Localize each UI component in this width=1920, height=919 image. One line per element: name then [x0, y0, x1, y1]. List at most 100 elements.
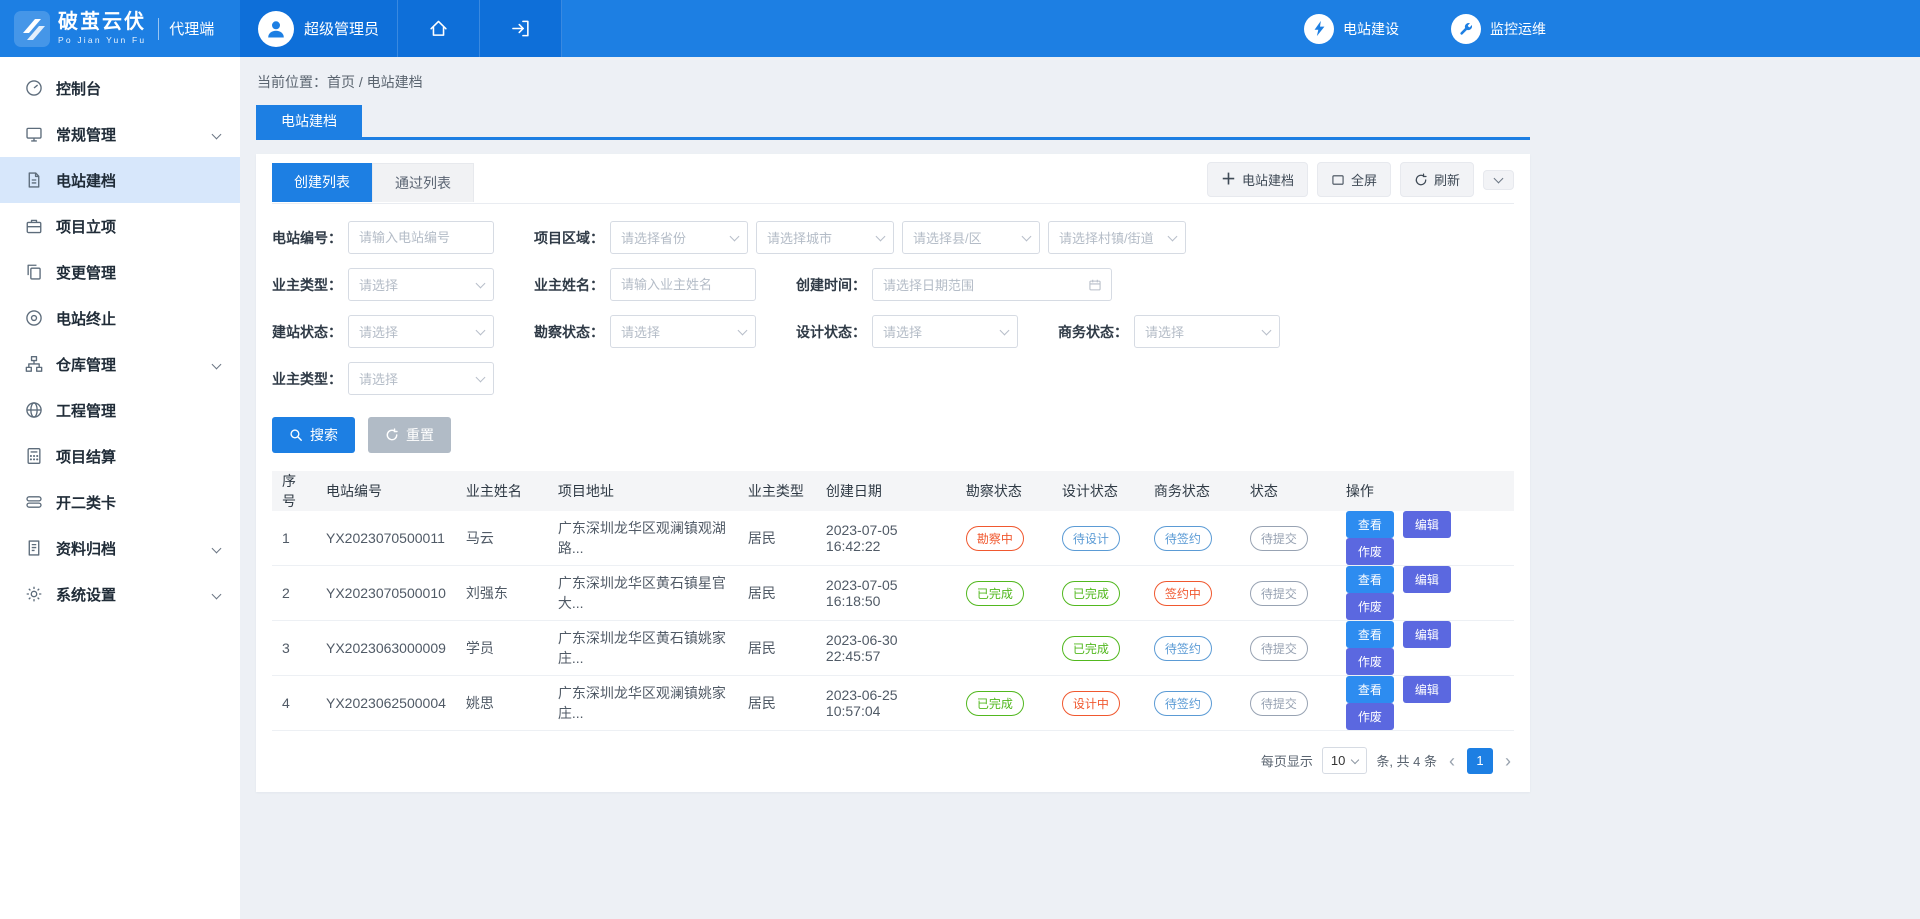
page-number-1[interactable]: 1 [1467, 748, 1493, 774]
town-select[interactable]: 请选择村镇/街道 [1048, 221, 1186, 254]
created-date-cell: 2023-06-30 22:45:57 [816, 621, 956, 676]
next-page-button[interactable]: › [1502, 752, 1514, 770]
edit-button[interactable]: 编辑 [1403, 566, 1451, 593]
survey-status-cell [956, 621, 1052, 676]
select-placeholder: 请选择日期范围 [883, 275, 974, 294]
select-placeholder: 请选择 [621, 322, 660, 341]
add-station-button[interactable]: ＋ 电站建档 [1207, 162, 1308, 197]
build-status-select[interactable]: 请选择 [348, 315, 494, 348]
logout-button[interactable] [480, 0, 562, 57]
select-placeholder: 请选择 [359, 369, 398, 388]
collapse-button[interactable] [1483, 170, 1514, 190]
owner-type-2-select[interactable]: 请选择 [348, 362, 494, 395]
survey-status-badge: 勘察中 [966, 526, 1024, 551]
search-button[interactable]: 搜索 [272, 417, 355, 453]
add-station-label: 电站建档 [1242, 170, 1294, 189]
date-range-picker[interactable]: 请选择日期范围 [872, 268, 1112, 301]
filter-create-time: 创建时间： 请选择日期范围 [796, 268, 1112, 301]
sidebar-item-sitemap[interactable]: 仓库管理 [0, 341, 240, 387]
fullscreen-button[interactable]: 全屏 [1317, 162, 1391, 197]
sidebar-item-label: 工程管理 [56, 400, 116, 421]
void-button[interactable]: 作废 [1346, 593, 1394, 620]
table-header-row: 序号电站编号业主姓名项目地址业主类型创建日期勘察状态设计状态商务状态状态操作 [272, 471, 1514, 511]
design-status-select[interactable]: 请选择 [872, 315, 1018, 348]
survey-status-badge: 已完成 [966, 691, 1024, 716]
chevron-down-icon [476, 372, 486, 382]
sidebar-item-briefcase[interactable]: 项目立项 [0, 203, 240, 249]
sidebar-item-label: 电站终止 [56, 308, 116, 329]
sidebar-item-archive[interactable]: 资料归档 [0, 525, 240, 571]
list-tabs: 创建列表 通过列表 [272, 163, 474, 202]
survey-status-select[interactable]: 请选择 [610, 315, 756, 348]
row-index: 1 [272, 511, 316, 566]
prev-page-button[interactable]: ‹ [1446, 752, 1458, 770]
per-page-label: 每页显示 [1261, 751, 1313, 770]
row-index: 4 [272, 676, 316, 731]
owner-type-cell: 居民 [738, 676, 816, 731]
chevron-down-icon [1022, 231, 1032, 241]
sidebar-item-copy[interactable]: 变更管理 [0, 249, 240, 295]
sidebar-item-file[interactable]: 电站建档 [0, 157, 240, 203]
owner-type-cell: 居民 [738, 566, 816, 621]
sidebar-item-label: 资料归档 [56, 538, 116, 559]
district-select[interactable]: 请选择县/区 [902, 221, 1040, 254]
edit-button[interactable]: 编辑 [1403, 676, 1451, 703]
owner-type-select[interactable]: 请选择 [348, 268, 494, 301]
tab-create-list[interactable]: 创建列表 [272, 163, 372, 202]
void-button[interactable]: 作废 [1346, 703, 1394, 730]
logo-text: 破茧云伏 Po Jian Yun Fu [58, 12, 146, 45]
row-actions: 查看编辑作废 [1336, 511, 1514, 566]
main-content: 当前位置：首页 / 电站建档 电站建档 创建列表 通过列表 ＋ 电站建档 [240, 57, 1546, 919]
page-size-select[interactable]: 10 [1322, 747, 1367, 774]
reset-icon [385, 428, 399, 442]
design-status-badge: 待设计 [1062, 526, 1120, 551]
province-select[interactable]: 请选择省份 [610, 221, 748, 254]
void-button[interactable]: 作废 [1346, 538, 1394, 565]
view-button[interactable]: 查看 [1346, 566, 1394, 593]
page-tab-active[interactable]: 电站建档 [256, 105, 362, 137]
logo[interactable]: 破茧云伏 Po Jian Yun Fu 代理端 [0, 0, 240, 57]
filter-design-status: 设计状态： 请选择 [796, 315, 1018, 348]
status-status-cell: 待提交 [1240, 566, 1336, 621]
card-icon [25, 493, 43, 511]
column-header-10: 操作 [1336, 471, 1514, 511]
sidebar-item-monitor[interactable]: 常规管理 [0, 111, 240, 157]
refresh-button[interactable]: 刷新 [1400, 162, 1474, 197]
column-header-8: 商务状态 [1144, 471, 1240, 511]
sidebar-item-label: 系统设置 [56, 584, 116, 605]
file-icon [25, 171, 43, 189]
sidebar-item-card[interactable]: 开二类卡 [0, 479, 240, 525]
logo-title: 破茧云伏 [58, 12, 146, 32]
view-button[interactable]: 查看 [1346, 676, 1394, 703]
reset-button[interactable]: 重置 [368, 417, 451, 453]
row-actions: 查看编辑作废 [1336, 566, 1514, 621]
edit-button[interactable]: 编辑 [1403, 621, 1451, 648]
view-button[interactable]: 查看 [1346, 511, 1394, 538]
sidebar-item-globe[interactable]: 工程管理 [0, 387, 240, 433]
owner-name-input[interactable] [610, 268, 756, 301]
city-select[interactable]: 请选择城市 [756, 221, 894, 254]
sidebar-item-dashboard[interactable]: 控制台 [0, 65, 240, 111]
status-status-cell: 待提交 [1240, 511, 1336, 566]
nav-monitor-ops[interactable]: 监控运维 [1451, 14, 1546, 44]
nav-station-build[interactable]: 电站建设 [1304, 14, 1399, 44]
sidebar-item-calculator[interactable]: 项目结算 [0, 433, 240, 479]
dashboard-icon [25, 79, 43, 97]
row-actions: 查看编辑作废 [1336, 676, 1514, 731]
sidebar-item-target[interactable]: 电站终止 [0, 295, 240, 341]
user-menu[interactable]: 超级管理员 [240, 0, 398, 57]
page-tab-bar: 电站建档 [256, 105, 1530, 140]
void-button[interactable]: 作废 [1346, 648, 1394, 675]
select-placeholder: 请选择村镇/街道 [1059, 228, 1154, 247]
breadcrumb-home[interactable]: 首页 [327, 74, 355, 90]
station-no-input[interactable] [348, 221, 494, 254]
chevron-down-icon [476, 278, 486, 288]
home-button[interactable] [398, 0, 480, 57]
sidebar-item-gear[interactable]: 系统设置 [0, 571, 240, 617]
tab-passed-list[interactable]: 通过列表 [372, 163, 474, 202]
sidebar-item-label: 常规管理 [56, 124, 116, 145]
business-status-select[interactable]: 请选择 [1134, 315, 1280, 348]
column-header-7: 设计状态 [1052, 471, 1144, 511]
view-button[interactable]: 查看 [1346, 621, 1394, 648]
edit-button[interactable]: 编辑 [1403, 511, 1451, 538]
